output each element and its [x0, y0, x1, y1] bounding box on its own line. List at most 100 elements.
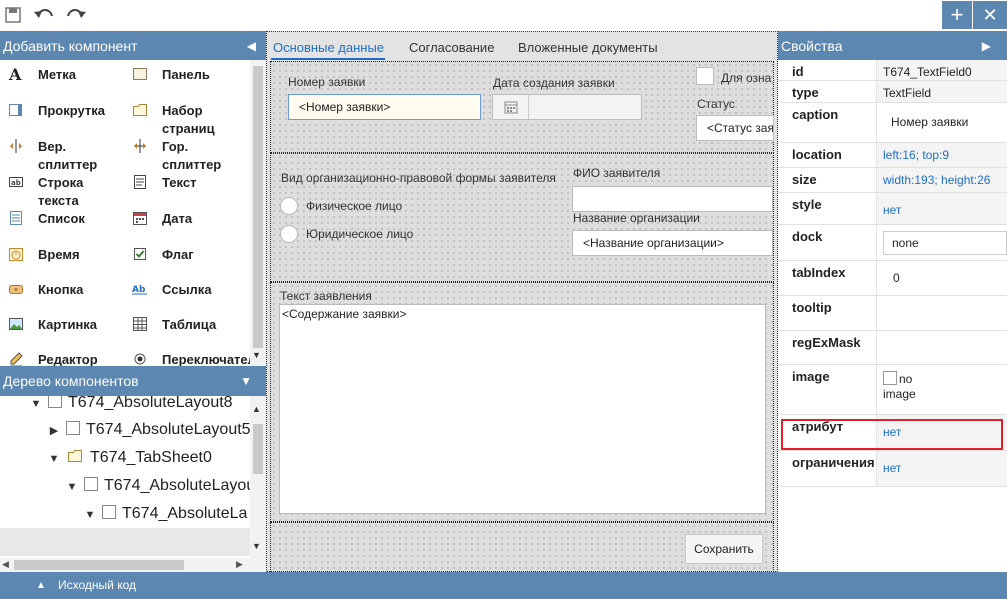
palette-item-label: Гор. сплиттер [162, 139, 222, 172]
prop-value-cell[interactable]: 0 [876, 261, 1007, 295]
palette-item-textline[interactable]: ab Строка текста [0, 172, 128, 208]
add-button[interactable]: + [942, 1, 972, 29]
status-field[interactable]: <Статус зая [696, 115, 774, 141]
properties-header[interactable]: Свойства ▶ [778, 31, 1007, 61]
tree-node-label: T674_TabSheet0 [90, 449, 212, 466]
palette-scroll-thumb[interactable] [253, 66, 263, 348]
editor-icon [10, 352, 23, 366]
palette-item-hsplitter[interactable]: Гор. сплиттер [124, 136, 252, 172]
prop-value: 0 [893, 271, 900, 285]
collapse-left-icon[interactable]: ◀ [247, 31, 256, 61]
tree-node[interactable]: ▼ T674_AbsoluteLayout [66, 473, 260, 499]
close-button[interactable]: ✕ [973, 1, 1007, 29]
tree-title: Дерево компонентов [3, 373, 139, 389]
radio-legal[interactable] [280, 225, 298, 243]
palette-item-clock[interactable]: Время [0, 244, 128, 278]
prop-row-size: size width:193; height:26 [778, 168, 1007, 193]
tree-header[interactable]: Дерево компонентов ▼ [0, 366, 266, 396]
tree-scroll-down-icon[interactable]: ▼ [252, 541, 261, 551]
tree-scroll-up-icon[interactable]: ▲ [252, 404, 261, 414]
prop-name: id [792, 64, 804, 79]
palette-item-link[interactable]: Ab Ссылка [124, 279, 252, 313]
palette-item-scroll[interactable]: Прокрутка [0, 100, 128, 134]
palette-item-button[interactable]: Кнопка [0, 279, 128, 313]
tree-scroll-left-icon[interactable]: ◀ [2, 559, 9, 570]
expanded-arrow-icon[interactable]: ▼ [30, 396, 42, 417]
expand-up-icon[interactable]: ▲ [36, 572, 46, 599]
palette-item-label: Вер. сплиттер [38, 139, 98, 172]
palette-item-panel[interactable]: Панель [124, 64, 252, 98]
nomer-field[interactable]: <Номер заявки> [288, 94, 481, 120]
tree-node[interactable]: ▼ T674_TabSheet0 [48, 445, 212, 471]
palette-item-vsplitter[interactable]: Вер. сплиттер [0, 136, 128, 172]
prop-name: image [792, 369, 830, 384]
palette-header[interactable]: Добавить компонент ◀ [0, 31, 266, 61]
tab-approval[interactable]: Согласование [409, 40, 494, 55]
undo-icon[interactable] [32, 4, 56, 26]
section-text[interactable]: Текст заявления <Содержание заявки> [270, 282, 774, 522]
palette-item-label: Таблица [162, 317, 217, 332]
palette-item-radio[interactable]: Переключатель [124, 349, 264, 366]
prop-value: нет [883, 461, 902, 475]
calendar-icon[interactable] [504, 100, 518, 114]
section-actions[interactable]: Сохранить [270, 522, 774, 572]
svg-text:A: A [8, 66, 22, 82]
expanded-arrow-icon[interactable]: ▼ [48, 446, 60, 472]
expanded-arrow-icon[interactable]: ▼ [84, 502, 96, 528]
palette-item-list[interactable]: Список [0, 208, 128, 242]
tree-scroll-right-icon[interactable]: ▶ [236, 559, 243, 570]
date-label: Дата создания заявки [493, 76, 615, 90]
bottom-bar[interactable]: ▲ Исходный код [0, 572, 1007, 599]
palette-item-table[interactable]: Таблица [124, 314, 252, 348]
expanded-arrow-icon[interactable]: ▼ [66, 474, 78, 500]
tab-underline [271, 58, 385, 60]
label-icon: A [8, 66, 22, 82]
radio-individual[interactable] [280, 197, 298, 215]
prop-value-cell[interactable] [876, 331, 1007, 364]
prop-row-dock: dock none [778, 225, 1007, 261]
redo-icon[interactable] [64, 4, 88, 26]
prop-value-cell[interactable] [876, 296, 1007, 330]
palette-item-checkbox[interactable]: Флаг [124, 244, 252, 278]
palette-item-image[interactable]: Картинка [0, 314, 128, 348]
palette-item-label[interactable]: A Метка [0, 64, 128, 98]
list-icon [10, 211, 22, 225]
tree-node[interactable]: ▼ T674_AbsoluteLa [84, 501, 247, 527]
source-code-label: Исходный код [58, 578, 136, 592]
fio-field[interactable] [572, 186, 773, 212]
image-placeholder-icon[interactable] [883, 371, 897, 385]
palette-item-label: Строка текста [38, 175, 84, 208]
palette-item-text[interactable]: Текст [124, 172, 252, 206]
orgname-field[interactable]: <Название организации> [572, 230, 773, 256]
tree-scrollbar[interactable] [250, 396, 266, 558]
tree-node[interactable]: ▼ T674_AbsoluteLayout8 [30, 396, 233, 416]
save-button[interactable]: Сохранить [685, 534, 763, 564]
date-field[interactable] [492, 94, 642, 120]
prop-value-cell[interactable]: no image [876, 365, 1007, 414]
palette-item-label: Время [38, 247, 80, 262]
palette-item-editor[interactable]: Редактор [0, 349, 128, 366]
collapse-down-icon[interactable]: ▼ [240, 366, 252, 396]
palette-item-label: Редактор [38, 352, 98, 366]
collapsed-arrow-icon[interactable]: ▶ [48, 418, 60, 444]
form-designer[interactable]: Основные данные Согласование Вложенные д… [266, 31, 778, 572]
collapse-right-icon[interactable]: ▶ [982, 31, 991, 61]
tree-hscroll-thumb[interactable] [14, 560, 184, 570]
tree-scroll-thumb[interactable] [253, 424, 263, 474]
dock-value: none [892, 236, 919, 250]
section-applicant[interactable]: Вид организационно-правовой формы заявит… [270, 153, 774, 282]
tab-attachments[interactable]: Вложенные документы [518, 40, 658, 55]
prop-value-cell[interactable]: none [876, 225, 1007, 260]
prop-value: width:193; height:26 [883, 173, 991, 187]
scroll-down-icon[interactable]: ▼ [252, 350, 261, 360]
save-icon[interactable] [2, 4, 26, 26]
checkbox[interactable] [696, 67, 714, 85]
section-header-fields[interactable]: Номер заявки <Номер заявки> Дата создани… [270, 61, 774, 153]
prop-value-cell[interactable]: Номер заявки [876, 103, 1007, 142]
palette-item-tabset[interactable]: Набор страниц [124, 100, 252, 136]
tree-node[interactable]: ▶ T674_AbsoluteLayout5 [48, 417, 251, 443]
text-area[interactable]: <Содержание заявки> [279, 304, 766, 514]
tab-main-data[interactable]: Основные данные [273, 40, 384, 55]
dock-select[interactable]: none [883, 231, 1007, 255]
palette-item-calendar[interactable]: Дата [124, 208, 252, 242]
